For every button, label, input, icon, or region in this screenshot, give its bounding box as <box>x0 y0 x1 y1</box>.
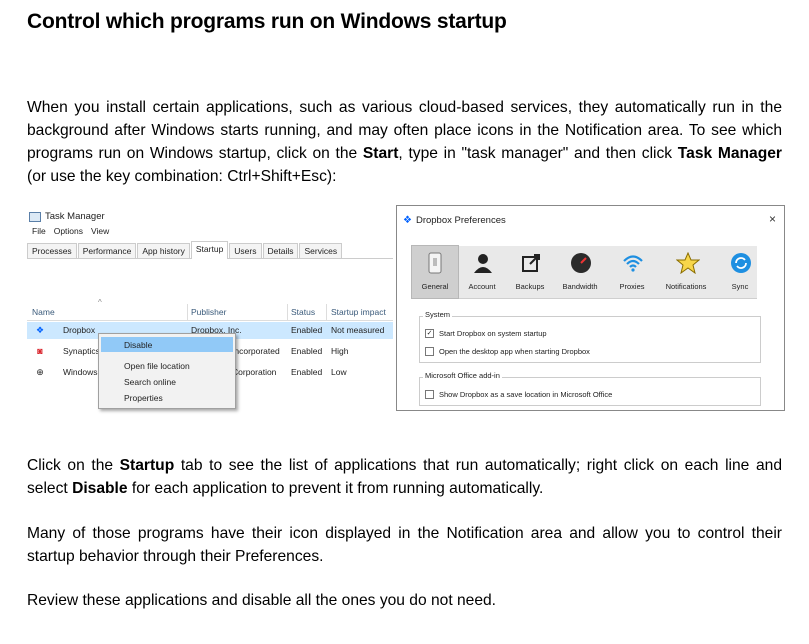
menu-item-disable[interactable]: Disable <box>124 340 152 350</box>
column-startup-impact[interactable]: Startup impact <box>331 307 386 317</box>
tab-account[interactable]: Account <box>459 246 505 298</box>
tab-processes[interactable]: Processes <box>27 243 77 258</box>
menu-item-search-online[interactable]: Search online <box>124 377 176 387</box>
dropbox-icon: ❖ <box>35 325 45 335</box>
menu-item-properties[interactable]: Properties <box>124 393 163 403</box>
tab-backups[interactable]: Backups <box>507 246 553 298</box>
tab-label: Sync <box>731 282 749 291</box>
intro-paragraph: When you install certain applications, s… <box>27 99 782 185</box>
synaptics-icon: ◙ <box>37 346 43 356</box>
header-divider <box>27 320 393 321</box>
checkbox-unchecked <box>425 347 434 356</box>
task-manager-titlebar: Task Manager <box>29 211 105 222</box>
checkbox-unchecked <box>425 390 434 399</box>
menu-item-open-file-location[interactable]: Open file location <box>124 361 190 371</box>
row-publisher: Corporation <box>232 367 277 377</box>
tab-label: Backups <box>515 282 545 291</box>
gauge-icon <box>570 252 591 273</box>
open-desktop-app-checkbox[interactable]: Open the desktop app when starting Dropb… <box>425 347 590 356</box>
disable-emphasis: Disable <box>72 480 128 497</box>
tab-label: Account <box>468 282 496 291</box>
windows-defender-icon: ⊕ <box>36 367 44 377</box>
row-name: Synaptics <box>63 346 100 356</box>
task-manager-window: Task Manager File Options View Processes… <box>27 208 393 413</box>
checkbox-label: Show Dropbox as a save location in Micro… <box>439 390 613 399</box>
office-save-location-checkbox[interactable]: Show Dropbox as a save location in Micro… <box>425 390 612 399</box>
row-impact: Low <box>331 367 347 377</box>
startup-tab-paragraph: Click on the Startup tab to see the list… <box>27 457 782 497</box>
menu-highlight <box>101 337 233 352</box>
column-status[interactable]: Status <box>291 307 315 317</box>
column-name[interactable]: Name <box>32 307 55 317</box>
task-manager-icon <box>29 211 41 222</box>
tab-performance[interactable]: Performance <box>77 243 137 258</box>
tab-services[interactable]: Services <box>299 243 343 258</box>
tab-label: Bandwidth <box>562 282 598 291</box>
star-icon <box>675 251 701 275</box>
tab-notifications[interactable]: Notifications <box>663 246 709 298</box>
row-status: Enabled <box>291 367 323 377</box>
tab-details[interactable]: Details <box>262 243 299 258</box>
menu-view[interactable]: View <box>91 226 109 236</box>
menu-file[interactable]: File <box>32 226 46 236</box>
row-name: Dropbox <box>63 325 96 335</box>
tab-label: General <box>421 282 449 291</box>
tab-proxies[interactable]: Proxies <box>609 246 655 298</box>
switch-icon <box>425 252 445 274</box>
tab-general[interactable]: General <box>411 245 459 299</box>
tab-app-history[interactable]: App history <box>137 243 190 258</box>
tab-bandwidth[interactable]: Bandwidth <box>557 246 603 298</box>
row-impact: High <box>331 346 349 356</box>
office-group-label: Microsoft Office add-in <box>423 371 502 380</box>
task-manager-title: Task Manager <box>45 211 105 222</box>
backup-icon <box>520 252 540 272</box>
sort-arrow-icon: ^ <box>98 298 102 307</box>
dropbox-preferences-window: ❖ Dropbox Preferences × General Account … <box>396 205 785 411</box>
tab-users[interactable]: Users <box>229 243 262 258</box>
tab-label: Proxies <box>619 282 645 291</box>
column-divider <box>187 304 188 320</box>
tab-startup[interactable]: Startup <box>190 241 229 259</box>
row-status: Enabled <box>291 346 323 356</box>
sync-icon <box>730 252 751 273</box>
notification-area-paragraph: Many of those programs have their icon d… <box>27 525 782 565</box>
checkbox-label: Start Dropbox on system startup <box>439 329 547 338</box>
dropbox-title: Dropbox Preferences <box>415 215 506 226</box>
checkbox-label: Open the desktop app when starting Dropb… <box>439 347 590 356</box>
row-publisher: Incorporated <box>232 346 280 356</box>
task-manager-menubar: File Options View <box>32 226 109 236</box>
wifi-icon <box>622 252 643 272</box>
person-icon <box>472 252 492 273</box>
row-status: Enabled <box>291 325 323 335</box>
dropbox-icon: ❖ <box>403 215 412 226</box>
task-manager-tabs: Processes Performance App history Startu… <box>27 241 393 259</box>
start-on-startup-checkbox[interactable]: ✓ Start Dropbox on system startup <box>425 329 547 338</box>
task-manager-emphasis: Task Manager <box>677 145 782 162</box>
tab-sync[interactable]: Sync <box>717 246 763 298</box>
start-emphasis: Start <box>362 145 399 162</box>
row-impact: Not measured <box>331 325 385 335</box>
menu-options[interactable]: Options <box>54 226 83 236</box>
review-paragraph: Review these applications and disable al… <box>27 592 497 609</box>
column-divider <box>326 304 327 320</box>
system-group-label: System <box>423 310 453 319</box>
tab-label: Notifications <box>665 282 707 291</box>
column-publisher[interactable]: Publisher <box>191 307 226 317</box>
checkbox-checked: ✓ <box>425 329 434 338</box>
row-name: Windows <box>63 367 98 377</box>
column-divider <box>287 304 288 320</box>
context-menu: Disable Open file location Search online… <box>98 333 236 409</box>
startup-emphasis: Startup <box>119 457 175 474</box>
dropbox-titlebar: ❖ Dropbox Preferences <box>403 215 506 226</box>
close-icon[interactable]: × <box>769 212 776 226</box>
page-title: Control which programs run on Windows st… <box>27 10 507 33</box>
preferences-toolbar: General Account Backups Bandwidth Proxie… <box>411 245 757 299</box>
